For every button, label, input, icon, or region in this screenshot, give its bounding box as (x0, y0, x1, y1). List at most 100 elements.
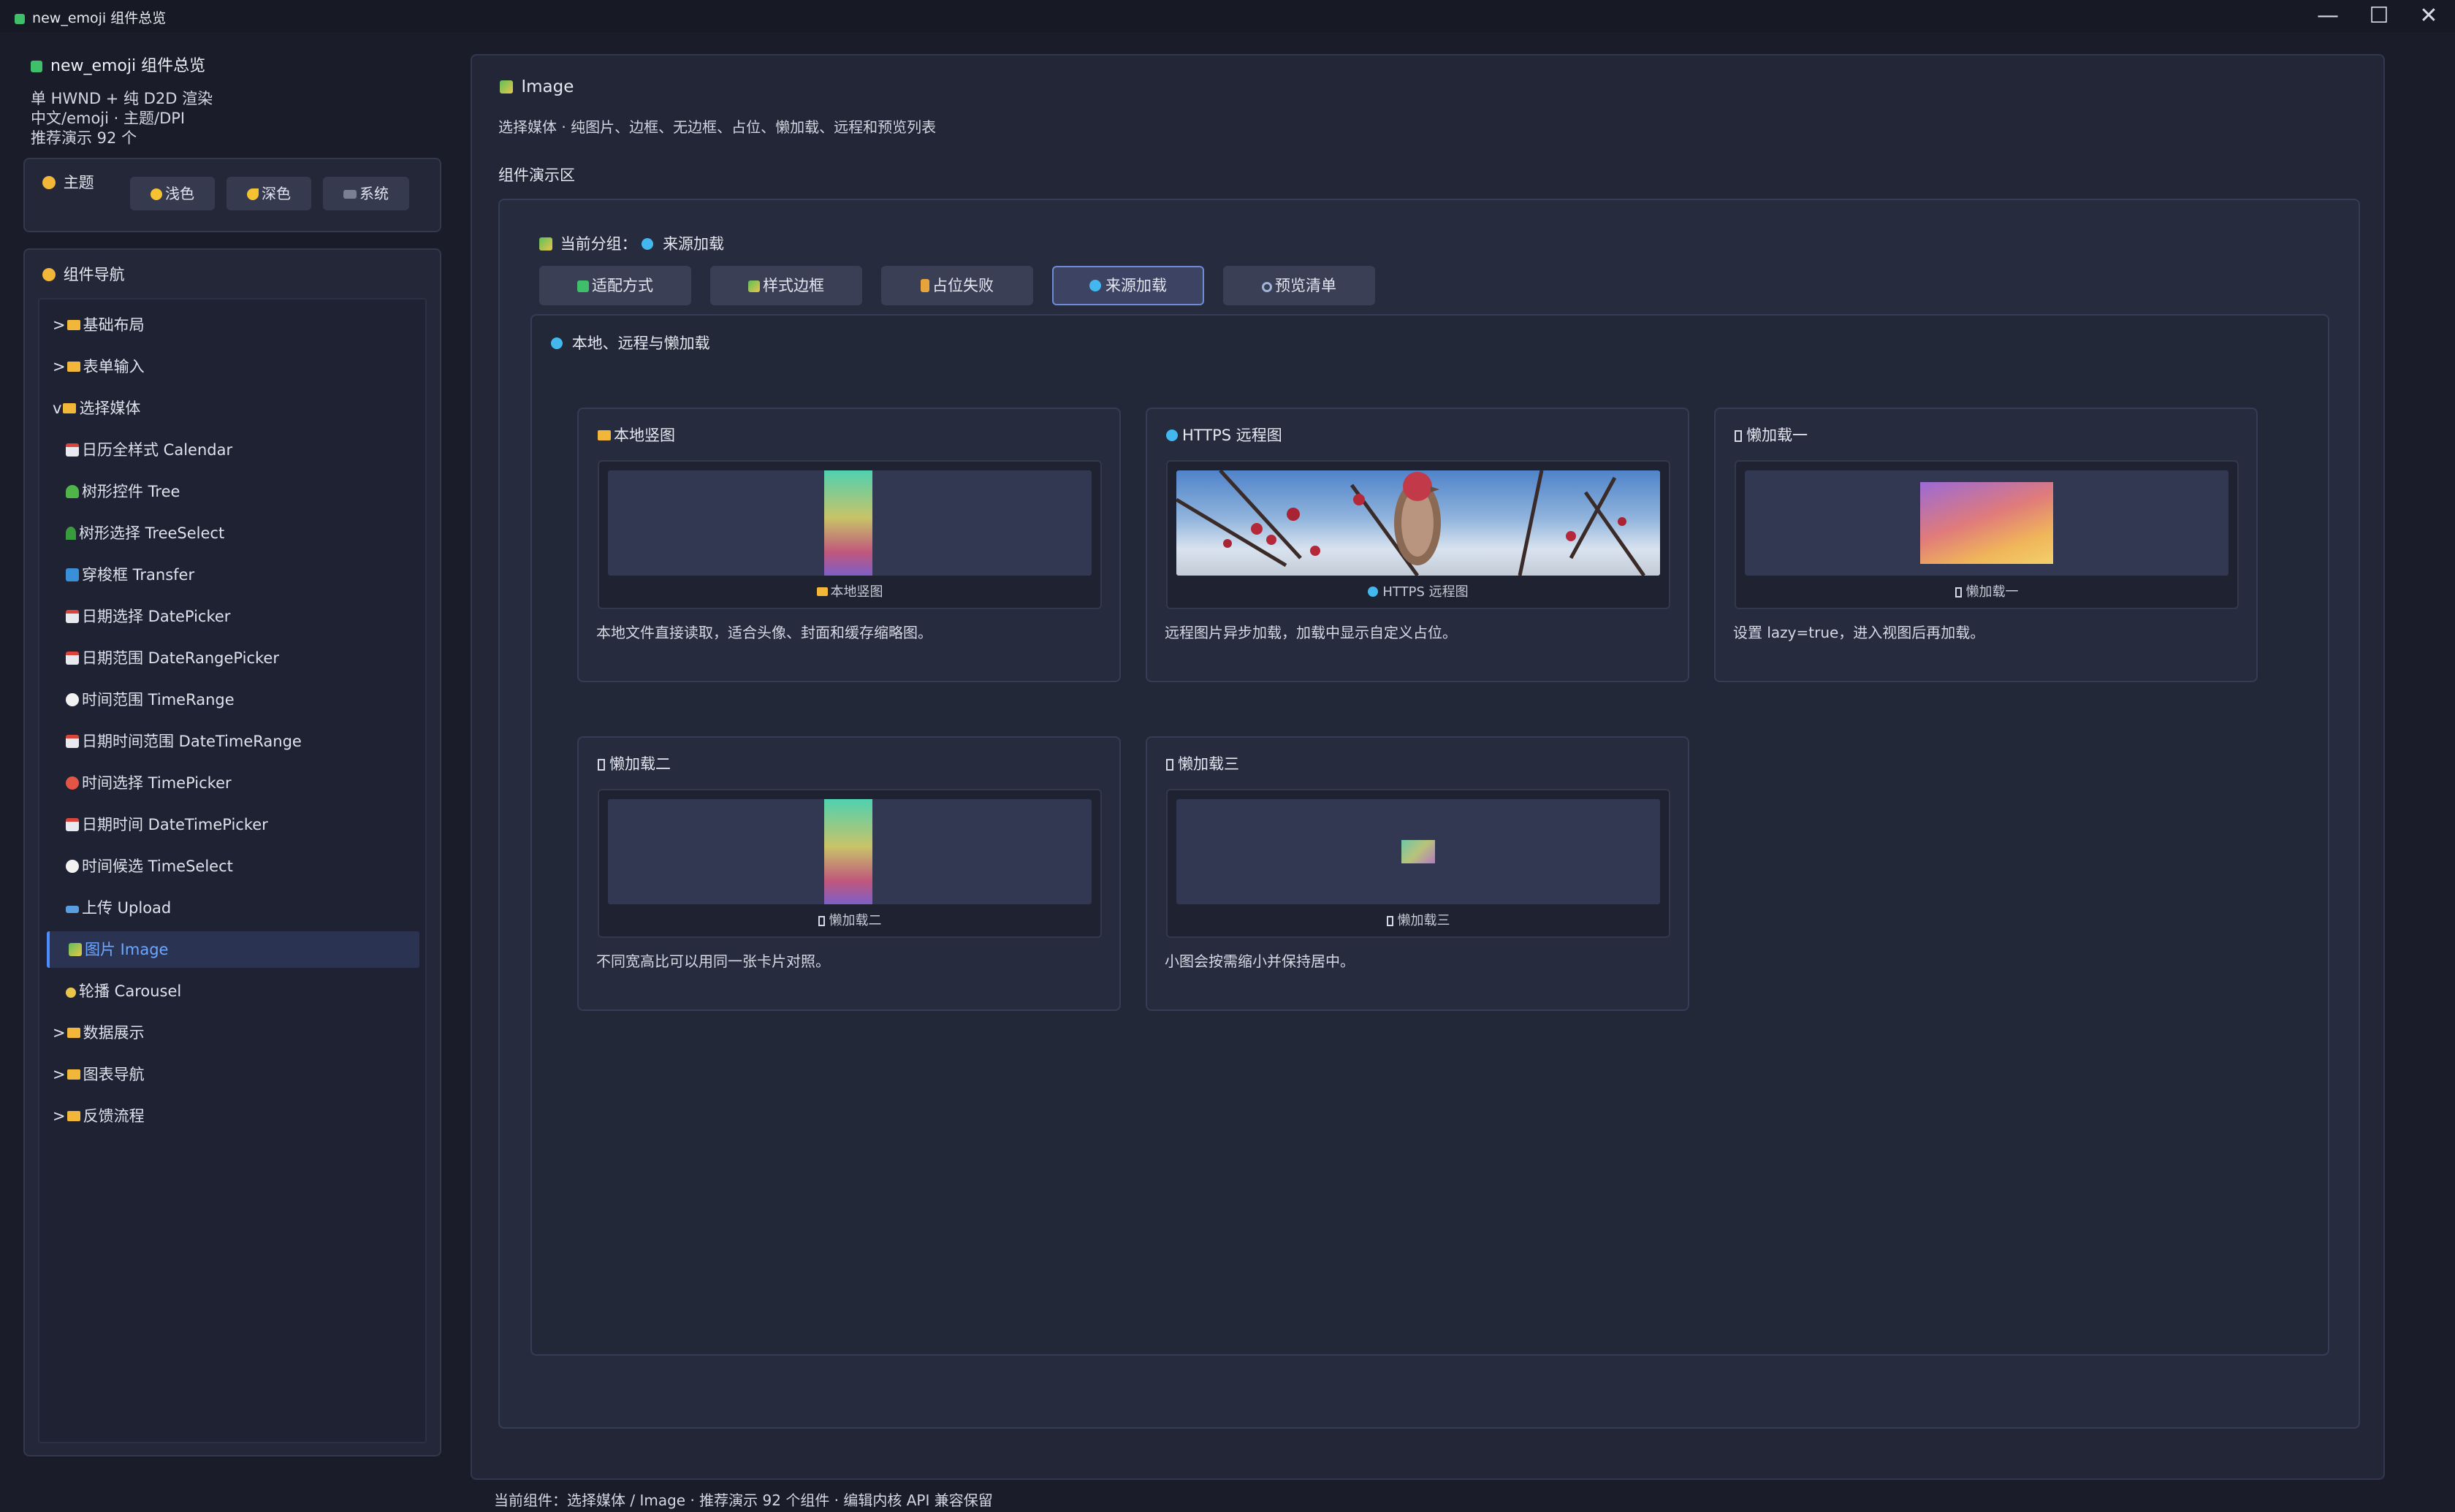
placeholder-glyph-icon (818, 916, 825, 926)
image-caption: HTTPS 远程图 (1168, 581, 1669, 600)
nav-item[interactable]: v 选择媒体 (47, 390, 419, 427)
image-caption: 懒加载一 (1736, 581, 2237, 600)
image-caption: 懒加载二 (599, 910, 1100, 929)
image-frame (608, 799, 1092, 904)
clock-icon (66, 860, 79, 873)
nav-item-label: 轮播 Carousel (79, 982, 182, 1000)
nav-item-label: 树形选择 TreeSelect (79, 524, 225, 542)
nav-item[interactable]: 时间选择 TimePicker (47, 765, 419, 801)
nav-item[interactable]: > 数据展示 (47, 1015, 419, 1051)
nav-item[interactable]: 时间范围 TimeRange (47, 681, 419, 718)
title-bar: new_emoji 组件总览 — ☐ ✕ (0, 0, 2455, 32)
nav-item-label: 图表导航 (83, 1066, 145, 1083)
close-button[interactable]: ✕ (2407, 4, 2451, 28)
sun-icon (151, 188, 162, 200)
theme-system-button[interactable]: 系统 (323, 177, 409, 210)
card-title: 懒加载二 (598, 752, 671, 774)
window-title: new_emoji 组件总览 (15, 7, 166, 27)
lazy-gradient-image (1920, 482, 2053, 564)
nav-item[interactable]: 日期选择 DatePicker (47, 598, 419, 635)
expanded-chevron-icon[interactable]: v (53, 400, 61, 417)
card-title: 本地竖图 (598, 424, 675, 446)
collapsed-chevron-icon[interactable]: > (53, 1066, 66, 1083)
compass-icon (42, 268, 56, 281)
nav-item[interactable]: 日历全样式 Calendar (47, 432, 419, 468)
nav-item[interactable]: > 表单输入 (47, 348, 419, 385)
clock-icon (66, 693, 79, 706)
collapsed-chevron-icon[interactable]: > (53, 358, 66, 375)
card-description: 设置 lazy=true，进入视图后再加载。 (1733, 624, 1985, 641)
card-description: 不同宽高比可以用同一张卡片对照。 (596, 952, 830, 970)
nav-item[interactable]: > 基础布局 (47, 307, 419, 343)
current-group-label: 当前分组： 来源加载 (539, 232, 724, 254)
globe-icon (642, 238, 654, 250)
theme-light-button[interactable]: 浅色 (130, 177, 215, 210)
nav-label: 组件导航 (42, 263, 125, 285)
nav-item[interactable]: 轮播 Carousel (47, 973, 419, 1009)
puzzle-icon (15, 14, 25, 24)
globe-icon (551, 337, 563, 349)
nav-item[interactable]: > 反馈流程 (47, 1098, 419, 1134)
sidebar-header: new_emoji 组件总览 单 HWND + 纯 D2D 渲染 中文/emoj… (31, 53, 440, 148)
group-button-source[interactable]: 来源加载 (1052, 266, 1204, 305)
nav-item-label: 数据展示 (83, 1024, 145, 1042)
image-frame (1745, 470, 2228, 576)
palette-icon (42, 176, 56, 189)
collapsed-chevron-icon[interactable]: > (53, 1107, 66, 1125)
image-preview[interactable]: 懒加载二 (598, 789, 1102, 938)
nav-item[interactable]: 树形选择 TreeSelect (47, 515, 419, 551)
folder-icon (66, 320, 80, 330)
card-title: 懒加载三 (1166, 752, 1239, 774)
nav-item-label: 上传 Upload (82, 899, 172, 917)
image-preview[interactable]: 懒加载三 (1166, 789, 1670, 938)
puzzle-icon (31, 61, 42, 72)
group-button-style[interactable]: 样式边框 (710, 266, 862, 305)
page-title: Image (500, 77, 574, 96)
maximize-button[interactable]: ☐ (2357, 4, 2401, 28)
status-bar: 当前组件：选择媒体 / Image · 推荐演示 92 个组件 · 编辑内核 A… (494, 1492, 993, 1509)
page-description: 选择媒体 · 纯图片、边框、无边框、占位、懒加载、远程和预览列表 (498, 118, 937, 136)
group-button-preview[interactable]: 预览清单 (1223, 266, 1375, 305)
upload-icon (66, 906, 79, 913)
nav-item[interactable]: 图片 Image (47, 931, 419, 968)
nav-item[interactable]: 日期时间 DateTimePicker (47, 806, 419, 843)
nav-item-label: 穿梭框 Transfer (82, 566, 195, 584)
nav-item[interactable]: 穿梭框 Transfer (47, 557, 419, 593)
nav-item-label: 时间候选 TimeSelect (82, 858, 233, 875)
nav-item[interactable]: > 图表导航 (47, 1056, 419, 1093)
nav-item-label: 日期时间范围 DateTimeRange (82, 733, 302, 750)
theme-label: 主题 (42, 171, 94, 193)
nav-item[interactable]: 时间候选 TimeSelect (47, 848, 419, 885)
minimize-button[interactable]: — (2306, 4, 2350, 28)
nav-list[interactable]: > 基础布局 > 表单输入 v 选择媒体 日历全样式 Calendar 树形控件 Tree 树形… (38, 298, 427, 1443)
search-icon (1262, 282, 1272, 292)
theme-panel: 主题 浅色 深色 系统 (23, 158, 441, 232)
collapsed-chevron-icon[interactable]: > (53, 1024, 66, 1042)
image-preview[interactable]: 本地竖图 (598, 460, 1102, 609)
nav-item[interactable]: 上传 Upload (47, 890, 419, 926)
card-remote-image: HTTPS 远程图 HTTPS 远程图 远程图片异步加载，加载中显示自定义占位。 (1146, 408, 1689, 682)
image-preview[interactable]: 懒加载一 (1735, 460, 2239, 609)
collapsed-chevron-icon[interactable]: > (53, 316, 66, 334)
nav-item-label: 时间范围 TimeRange (82, 691, 235, 709)
card-description: 小图会按需缩小并保持居中。 (1165, 952, 1355, 970)
image-preview[interactable]: HTTPS 远程图 (1166, 460, 1670, 609)
card-title: 懒加载一 (1735, 424, 1808, 446)
nav-item[interactable]: 树形控件 Tree (47, 473, 419, 510)
group-button-fit[interactable]: 适配方式 (539, 266, 691, 305)
image-caption: 懒加载三 (1168, 910, 1669, 929)
bird-on-branch-image (1176, 470, 1646, 576)
card-title: HTTPS 远程图 (1166, 424, 1282, 446)
pine-icon (66, 527, 76, 540)
main-content: Image 选择媒体 · 纯图片、边框、无边框、占位、懒加载、远程和预览列表 组… (471, 54, 2385, 1480)
nav-item-label: 表单输入 (83, 358, 145, 375)
nav-item[interactable]: 日期时间范围 DateTimeRange (47, 723, 419, 760)
card-lazy-two: 懒加载二 懒加载二 不同宽高比可以用同一张卡片对照。 (577, 736, 1121, 1011)
theme-dark-button[interactable]: 深色 (227, 177, 311, 210)
moon-icon (247, 188, 259, 200)
group-button-placeholder[interactable]: 占位失败 (881, 266, 1033, 305)
nav-panel: 组件导航 > 基础布局 > 表单输入 v 选择媒体 日历全样式 Calendar 树形控件 T… (23, 248, 441, 1456)
nav-item[interactable]: 日期范围 DateRangePicker (47, 640, 419, 676)
image-icon (500, 80, 513, 93)
demo-area-label: 组件演示区 (498, 167, 575, 184)
